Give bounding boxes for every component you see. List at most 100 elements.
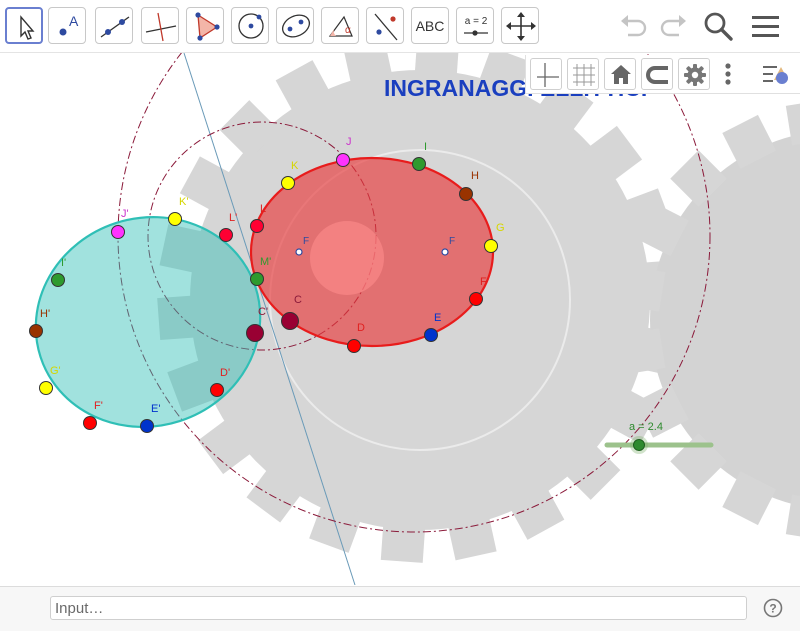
point-G[interactable] <box>484 239 498 253</box>
style-bar-toggle-icon[interactable] <box>760 58 792 90</box>
label-I-prime: I' <box>61 257 66 269</box>
axes-icon <box>537 63 559 87</box>
label-J: J <box>346 136 352 148</box>
angle-tool-label: α <box>345 25 351 36</box>
reflect-tool-button[interactable] <box>366 7 404 44</box>
more-vertical-icon[interactable] <box>712 58 744 90</box>
point-C[interactable] <box>281 312 299 330</box>
label-M-prime: M' <box>260 256 271 268</box>
move-graphics-view-icon <box>506 12 536 41</box>
point-L-prime[interactable] <box>219 228 233 242</box>
point-tool-button[interactable]: A <box>48 7 86 44</box>
focus-point-right[interactable] <box>441 248 449 256</box>
red-ellipse-hub <box>310 221 384 295</box>
menu-icon[interactable] <box>748 8 784 44</box>
label-E-prime: E' <box>151 403 160 415</box>
search-icon[interactable] <box>700 8 736 44</box>
point-icon: A <box>59 13 79 36</box>
label-D-prime: D' <box>220 367 230 379</box>
point-F-prime[interactable] <box>83 416 97 430</box>
ellipse-tool-button[interactable] <box>276 7 314 44</box>
circle-tool-button[interactable] <box>231 7 269 44</box>
point-K[interactable] <box>281 176 295 190</box>
move-tool-button[interactable] <box>5 7 43 44</box>
slider-tool-icon: a = 2 <box>464 16 488 36</box>
circle-with-center-icon <box>238 13 264 39</box>
grid-icon <box>573 64 595 86</box>
point-capture-icon <box>646 66 668 84</box>
focus-label-right: F <box>449 236 455 247</box>
point-K-prime[interactable] <box>168 212 182 226</box>
point-G-prime[interactable] <box>39 381 53 395</box>
grid-button[interactable] <box>567 58 599 90</box>
help-icon[interactable]: ? <box>763 598 783 618</box>
label-C: C <box>294 294 302 306</box>
focus-label-left: F <box>303 236 309 247</box>
text-tool-icon: ABC <box>415 17 445 34</box>
label-E: E <box>434 312 441 324</box>
point-I[interactable] <box>412 157 426 171</box>
label-K-prime: K' <box>179 196 188 208</box>
label-H: H <box>471 170 479 182</box>
axes-button[interactable] <box>530 58 562 90</box>
home-icon <box>611 65 631 84</box>
graphics-view[interactable]: F F J I H G F E D C K L J' K' L' M' I' H… <box>0 53 800 585</box>
text-tool-button[interactable]: ABC <box>411 7 449 44</box>
point-I-prime[interactable] <box>51 273 65 287</box>
point-H-prime[interactable] <box>29 324 43 338</box>
label-L: L <box>260 203 266 215</box>
line-icon <box>100 16 130 38</box>
gear-icon <box>684 64 706 86</box>
settings-button[interactable] <box>678 58 710 90</box>
input-bar: ? <box>0 586 800 631</box>
point-M-prime[interactable] <box>250 272 264 286</box>
focus-point-left[interactable] <box>295 248 303 256</box>
point-H[interactable] <box>459 187 473 201</box>
label-L-prime: L' <box>229 212 237 224</box>
svg-text:?: ? <box>769 602 776 616</box>
perpendicular-tool-button[interactable] <box>141 7 179 44</box>
graphics-style-bar <box>525 55 800 94</box>
label-F: F <box>480 276 487 288</box>
undo-icon[interactable] <box>616 8 652 44</box>
line-tool-button[interactable] <box>95 7 133 44</box>
redo-icon[interactable] <box>655 8 691 44</box>
angle-tool-button[interactable]: α <box>321 7 359 44</box>
perpendicular-line-icon <box>145 12 177 42</box>
label-I: I <box>424 141 427 153</box>
point-J[interactable] <box>336 153 350 167</box>
point-F[interactable] <box>469 292 483 306</box>
label-J-prime: J' <box>121 208 129 220</box>
point-J-prime[interactable] <box>111 225 125 239</box>
label-K: K <box>291 160 299 172</box>
algebra-input-field[interactable] <box>50 596 747 620</box>
slider-tool-button[interactable]: a = 2 <box>456 7 494 44</box>
move-view-tool-button[interactable] <box>501 7 539 44</box>
graphics-drawing: F F J I H G F E D C K L J' K' L' M' I' H… <box>29 53 800 585</box>
point-D[interactable] <box>347 339 361 353</box>
ellipse-icon <box>281 14 311 38</box>
label-G: G <box>496 222 505 234</box>
polygon-icon <box>195 12 220 41</box>
angle-icon: α <box>328 15 353 37</box>
slider-handle[interactable] <box>633 439 645 451</box>
slider-tool-label: a = 2 <box>465 16 488 27</box>
label-D: D <box>357 322 365 334</box>
label-C-prime: C' <box>258 306 268 318</box>
move-cursor-icon <box>20 15 35 40</box>
polygon-tool-button[interactable] <box>186 7 224 44</box>
label-H-prime: H' <box>40 308 50 320</box>
slider-label: a = 2.4 <box>629 421 663 433</box>
point-E-prime[interactable] <box>140 419 154 433</box>
point-tool-label: A <box>69 13 79 29</box>
point-E[interactable] <box>424 328 438 342</box>
home-button[interactable] <box>604 58 636 90</box>
label-G-prime: G' <box>50 365 61 377</box>
reflect-about-line-icon <box>374 13 398 41</box>
point-L[interactable] <box>250 219 264 233</box>
toolbar: A α ABC a = 2 <box>0 0 800 53</box>
label-F-prime: F' <box>94 400 103 412</box>
point-C-prime[interactable] <box>246 324 264 342</box>
point-capture-button[interactable] <box>641 58 673 90</box>
point-D-prime[interactable] <box>210 383 224 397</box>
